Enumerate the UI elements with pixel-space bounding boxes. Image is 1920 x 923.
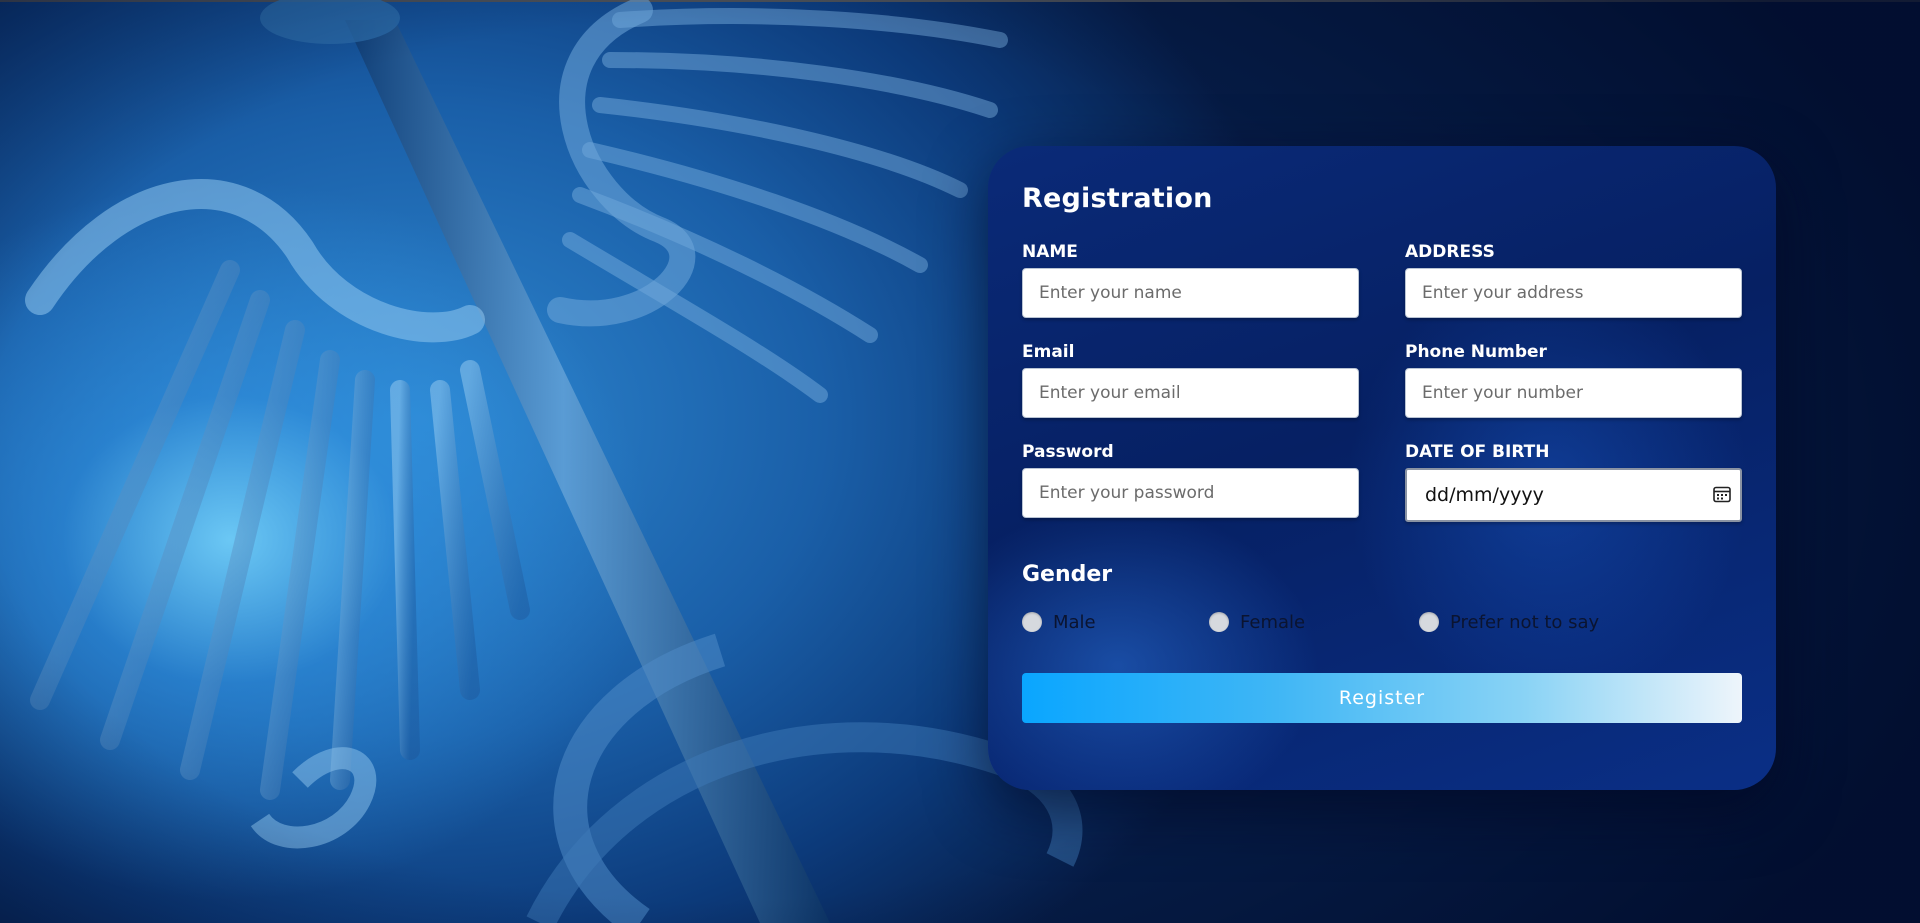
password-field-group: Password bbox=[1022, 440, 1359, 518]
radio-button-male[interactable] bbox=[1022, 612, 1042, 632]
address-field-group: ADDRESS bbox=[1405, 240, 1742, 318]
dob-input[interactable]: dd/mm/yyyy bbox=[1405, 468, 1742, 522]
phone-input[interactable] bbox=[1405, 368, 1742, 418]
gender-option-prefer-not-to-say[interactable]: Prefer not to say bbox=[1419, 609, 1599, 635]
gender-option-female[interactable]: Female bbox=[1209, 609, 1305, 635]
password-input[interactable] bbox=[1022, 468, 1359, 518]
dob-field-group: DATE OF BIRTH dd/mm/yyyy bbox=[1405, 440, 1742, 522]
calendar-icon[interactable] bbox=[1712, 484, 1732, 504]
address-input[interactable] bbox=[1405, 268, 1742, 318]
dob-value: dd/mm/yyyy bbox=[1425, 484, 1544, 506]
email-label: Email bbox=[1022, 342, 1075, 362]
register-button[interactable]: Register bbox=[1022, 673, 1742, 723]
password-label: Password bbox=[1022, 442, 1114, 462]
gender-title: Gender bbox=[1022, 562, 1113, 587]
name-input[interactable] bbox=[1022, 268, 1359, 318]
phone-field-group: Phone Number bbox=[1405, 340, 1742, 418]
address-label: ADDRESS bbox=[1405, 242, 1495, 262]
name-label: NAME bbox=[1022, 242, 1078, 262]
gender-label-female: Female bbox=[1240, 611, 1306, 633]
gender-label-male: Male bbox=[1053, 611, 1096, 633]
name-field-group: NAME bbox=[1022, 240, 1359, 318]
phone-label: Phone Number bbox=[1405, 342, 1547, 362]
gender-option-male[interactable]: Male bbox=[1022, 609, 1096, 635]
registration-card: Registration NAME ADDRESS Email Phone Nu… bbox=[988, 146, 1776, 790]
dob-label: DATE OF BIRTH bbox=[1405, 442, 1550, 462]
gender-label-prefer-not-to-say: Prefer not to say bbox=[1450, 611, 1600, 633]
form-title: Registration bbox=[1022, 183, 1213, 214]
radio-button-prefer-not-to-say[interactable] bbox=[1419, 612, 1439, 632]
registration-page: Registration NAME ADDRESS Email Phone Nu… bbox=[0, 0, 1920, 923]
email-input[interactable] bbox=[1022, 368, 1359, 418]
email-field-group: Email bbox=[1022, 340, 1359, 418]
radio-button-female[interactable] bbox=[1209, 612, 1229, 632]
